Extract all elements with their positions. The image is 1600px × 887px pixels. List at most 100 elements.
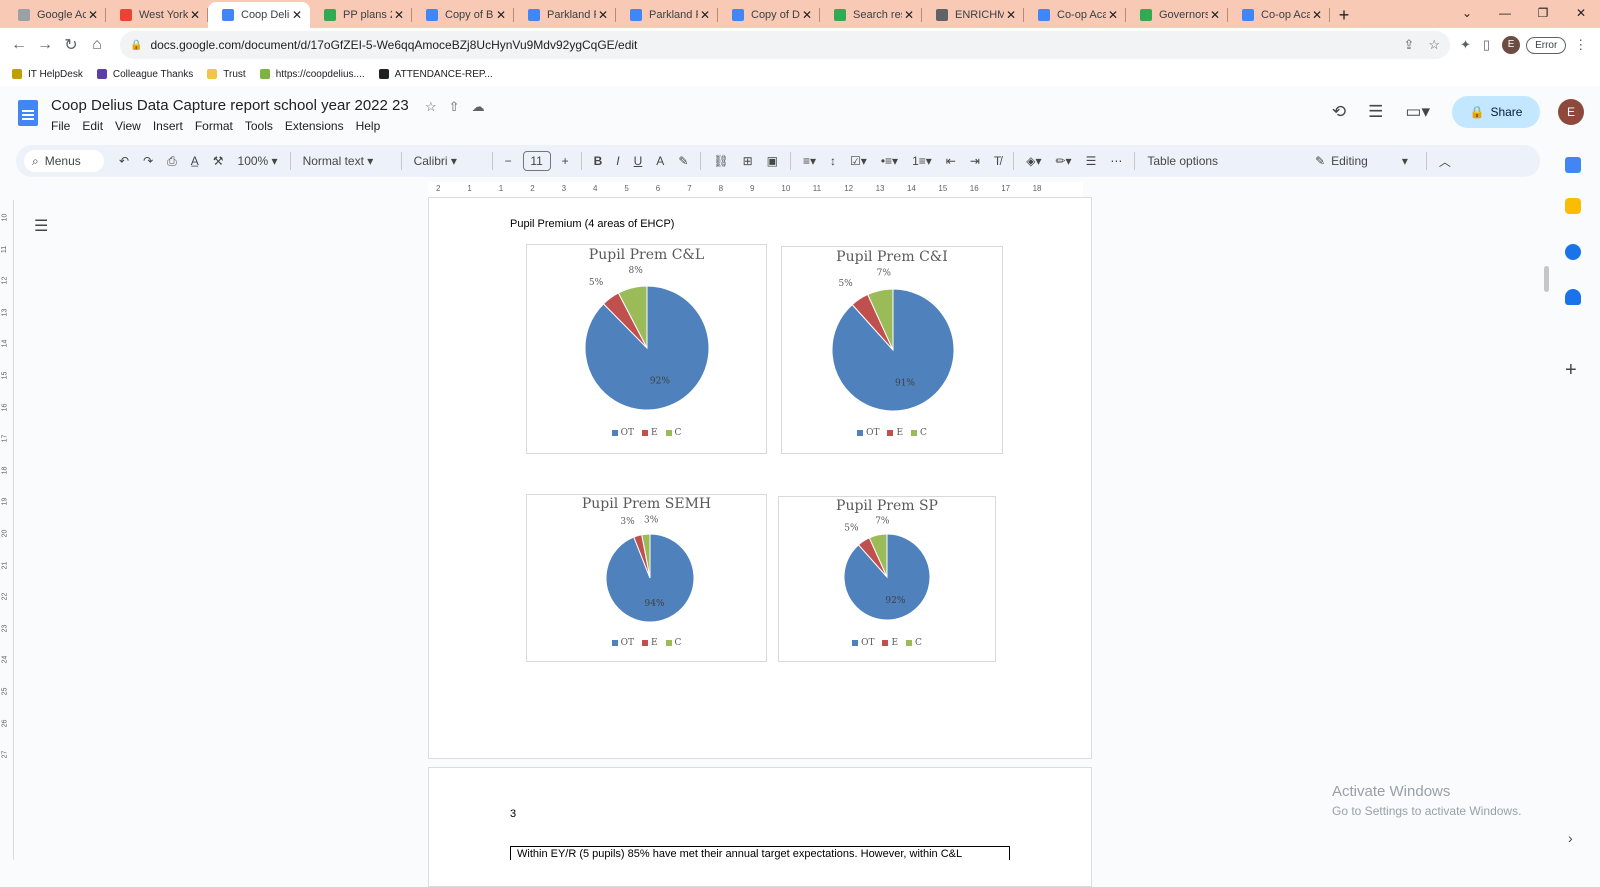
document-outline-icon[interactable]: ☰ <box>34 216 48 236</box>
italic-icon[interactable]: I <box>616 154 619 168</box>
increase-indent-icon[interactable]: ⇥ <box>970 154 980 168</box>
close-tab-icon[interactable]: ✕ <box>86 8 100 22</box>
close-tab-icon[interactable]: ✕ <box>698 8 712 22</box>
line-spacing-icon[interactable]: ↕ <box>830 154 836 168</box>
bookmark-item[interactable]: Colleague Thanks <box>96 69 193 80</box>
version-history-icon[interactable]: ⟲ <box>1332 102 1346 122</box>
restore-button[interactable]: ❐ <box>1524 0 1562 26</box>
menu-edit[interactable]: Edit <box>82 119 103 133</box>
menu-format[interactable]: Format <box>195 119 233 133</box>
browser-tab[interactable]: Copy of D ✕ <box>718 2 820 28</box>
browser-tab[interactable]: Governors ✕ <box>1126 2 1228 28</box>
close-tab-icon[interactable]: ✕ <box>596 8 610 22</box>
reload-icon[interactable]: ↻ <box>58 35 84 55</box>
browser-tab[interactable]: Parkland P ✕ <box>514 2 616 28</box>
undo-icon[interactable]: ↶ <box>119 154 129 168</box>
align-icon[interactable]: ≡▾ <box>803 154 816 168</box>
browser-tab[interactable]: ENRICHME✕ <box>922 2 1024 28</box>
cloud-status-icon[interactable]: ☁ <box>472 99 497 114</box>
font-size-input[interactable]: 11 <box>522 151 551 171</box>
browser-tab[interactable]: Coop Deliu ✕ <box>208 2 310 28</box>
highlight-icon[interactable]: ✎ <box>678 154 688 168</box>
extensions-icon[interactable]: ✦ <box>1460 37 1471 53</box>
document-title[interactable]: Coop Delius Data Capture report school y… <box>51 97 409 114</box>
bookmark-item[interactable]: Trust <box>207 69 246 80</box>
browser-tab[interactable]: Co-op Aca ✕ <box>1228 2 1330 28</box>
insert-image-icon[interactable]: ▣ <box>767 154 778 168</box>
editing-mode-select[interactable]: ✎ Editing ▾ <box>1315 154 1408 168</box>
add-addon-icon[interactable]: + <box>1565 359 1577 382</box>
close-tab-icon[interactable]: ✕ <box>290 8 304 22</box>
bookmark-item[interactable]: https://coopdelius.... <box>259 69 365 80</box>
numbered-list-icon[interactable]: 1≡▾ <box>912 154 932 168</box>
table-options-button[interactable]: Table options <box>1147 154 1218 168</box>
menu-help[interactable]: Help <box>356 119 381 133</box>
bold-icon[interactable]: B <box>594 154 603 168</box>
clear-formatting-icon[interactable]: T̸ <box>994 154 1001 168</box>
close-tab-icon[interactable]: ✕ <box>1106 8 1120 22</box>
share-page-icon[interactable]: ⇪ <box>1403 37 1414 53</box>
move-icon[interactable]: ⇧ <box>449 99 472 114</box>
close-tab-icon[interactable]: ✕ <box>1208 8 1222 22</box>
checklist-icon[interactable]: ☑▾ <box>850 154 867 168</box>
comments-icon[interactable]: ☰ <box>1368 102 1383 122</box>
style-select[interactable]: Normal text ▾ <box>303 154 389 168</box>
search-menus-button[interactable]: ⌕ Menus <box>24 150 104 172</box>
browser-tab[interactable]: Co-op Aca ✕ <box>1024 2 1126 28</box>
chart-pupil-prem-sp[interactable]: Pupil Prem SP 92% 5% 7% OT E C <box>778 496 996 662</box>
browser-tab[interactable]: Search res ✕ <box>820 2 922 28</box>
close-window-button[interactable]: ✕ <box>1562 0 1600 26</box>
calendar-icon[interactable] <box>1565 157 1581 173</box>
underline-icon[interactable]: U <box>634 154 643 168</box>
tab-search-icon[interactable]: ⌄ <box>1448 0 1486 26</box>
increase-font-icon[interactable]: + <box>562 154 569 168</box>
close-tab-icon[interactable]: ✕ <box>800 8 814 22</box>
contacts-icon[interactable] <box>1565 289 1581 305</box>
close-tab-icon[interactable]: ✕ <box>902 8 916 22</box>
profile-avatar[interactable]: E <box>1502 36 1521 54</box>
bulleted-list-icon[interactable]: •≡▾ <box>881 154 898 168</box>
user-avatar[interactable]: E <box>1558 99 1584 125</box>
menu-file[interactable]: File <box>51 119 70 133</box>
decrease-font-icon[interactable]: − <box>505 154 512 168</box>
more-menu-icon[interactable]: ⋮ <box>1574 37 1587 53</box>
share-button[interactable]: 🔒 Share <box>1452 96 1540 128</box>
collapse-menus-icon[interactable]: ︿ <box>1439 153 1451 170</box>
text-color-icon[interactable]: A <box>656 154 664 168</box>
cell-fill-icon[interactable]: ◈▾ <box>1026 154 1041 168</box>
menu-extensions[interactable]: Extensions <box>285 119 344 133</box>
border-dash-icon[interactable]: ⋯ <box>1110 154 1122 168</box>
print-icon[interactable]: ⎙ <box>167 154 177 169</box>
url-field[interactable]: 🔒 docs.google.com/document/d/17oGfZEI-5-… <box>120 31 1450 59</box>
document-page-2[interactable] <box>428 767 1092 887</box>
home-icon[interactable]: ⌂ <box>84 36 110 54</box>
redo-icon[interactable]: ↷ <box>143 154 153 168</box>
menu-tools[interactable]: Tools <box>245 119 273 133</box>
border-width-icon[interactable]: ☰ <box>1086 154 1097 168</box>
forward-icon[interactable]: → <box>32 36 58 54</box>
paint-format-icon[interactable]: ⚒ <box>213 154 224 168</box>
menu-view[interactable]: View <box>115 119 141 133</box>
minimize-button[interactable]: — <box>1486 0 1524 26</box>
horizontal-ruler[interactable]: 2 1 1 2 3 4 5 6 7 8 9 10 11 12 13 14 15 16 17 18 <box>428 182 1083 198</box>
expand-panel-icon[interactable]: › <box>1568 830 1573 846</box>
table-cell-text[interactable]: Within EY/R (5 pupils) 85% have met thei… <box>510 846 1010 860</box>
bookmark-item[interactable]: IT HelpDesk <box>12 69 83 80</box>
star-icon[interactable]: ☆ <box>425 99 449 114</box>
keep-icon[interactable] <box>1565 198 1581 214</box>
add-comment-icon[interactable]: ⊞ <box>743 154 753 168</box>
spellcheck-icon[interactable]: A̲ <box>191 154 199 168</box>
bookmark-star-icon[interactable]: ☆ <box>1428 37 1440 53</box>
chart-pupil-prem-ci[interactable]: Pupil Prem C&I 91% 5% 7% OT E C <box>781 246 1003 454</box>
close-tab-icon[interactable]: ✕ <box>1310 8 1324 22</box>
link-icon[interactable]: ⛓ <box>713 154 728 168</box>
zoom-select[interactable]: 100% ▾ <box>238 154 278 168</box>
browser-tab[interactable]: West Yorks✕ <box>106 2 208 28</box>
close-tab-icon[interactable]: ✕ <box>188 8 202 22</box>
font-select[interactable]: Calibri ▾ <box>414 154 480 168</box>
new-tab-button[interactable]: + <box>1330 2 1358 28</box>
close-tab-icon[interactable]: ✕ <box>392 8 406 22</box>
side-panel-icon[interactable]: ▯ <box>1483 37 1490 53</box>
back-icon[interactable]: ← <box>6 36 32 54</box>
close-tab-icon[interactable]: ✕ <box>494 8 508 22</box>
